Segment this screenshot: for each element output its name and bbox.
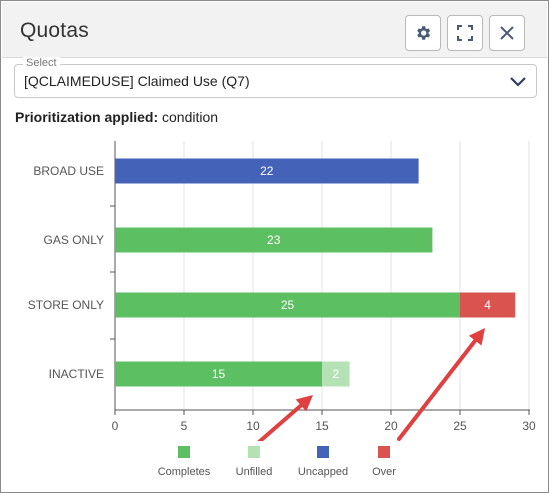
x-tick-label: 20 (384, 419, 398, 433)
x-tick-label: 15 (315, 419, 329, 433)
data-label: 25 (281, 298, 295, 312)
legend-label: Over (372, 466, 396, 478)
category-label: INACTIVE (49, 367, 104, 381)
prioritization-text: Prioritization applied: condition (15, 109, 218, 125)
data-label: 4 (484, 298, 491, 312)
category-label: STORE ONLY (28, 298, 104, 312)
legend-swatch (378, 446, 390, 458)
legend-swatch (178, 446, 190, 458)
prioritization-label: Prioritization applied: (15, 109, 159, 125)
annotation-arrow-over (397, 328, 485, 441)
x-tick-label: 5 (181, 419, 188, 433)
legend-item[interactable]: Completes (144, 442, 224, 478)
panel-header: Quotas (2, 2, 547, 58)
select-legend: Select (23, 57, 60, 69)
category-label: GAS ONLY (44, 233, 104, 247)
close-button[interactable] (489, 15, 525, 51)
select-value: [QCLAIMEDUSE] Claimed Use (Q7) (24, 73, 250, 89)
legend-item[interactable]: Over (344, 442, 424, 478)
chevron-down-icon[interactable] (510, 75, 526, 93)
fullscreen-button[interactable] (447, 15, 483, 51)
legend-swatch (248, 446, 260, 458)
settings-button[interactable] (405, 15, 441, 51)
panel-title: Quotas (20, 19, 89, 42)
x-tick-label: 10 (246, 419, 260, 433)
chart-legend: Completes Unfilled Uncapped Over (1, 442, 549, 482)
prioritization-value: condition (162, 109, 219, 125)
gear-icon (414, 24, 432, 42)
data-label: 2 (332, 367, 339, 381)
data-label: 23 (267, 233, 281, 247)
x-tick-label: 30 (522, 419, 536, 433)
legend-label: Completes (157, 466, 211, 478)
legend-item[interactable]: Unfilled (214, 442, 294, 478)
annotation-arrow-unfilled (257, 395, 313, 441)
legend-swatch (317, 446, 329, 458)
data-label: 15 (212, 367, 226, 381)
category-label: BROAD USE (33, 164, 104, 178)
question-select[interactable]: Select [QCLAIMEDUSE] Claimed Use (Q7) (14, 57, 537, 98)
x-tick-label: 0 (112, 419, 119, 433)
quota-chart: 0 5 10 15 20 25 30 BROAD USE 22 GAS ONLY 23 STORE O… (28, 141, 536, 441)
x-tick-label: 25 (453, 419, 467, 433)
fullscreen-icon (457, 25, 473, 41)
data-label: 22 (260, 164, 274, 178)
quotas-panel: Quotas Select [QCLAIMEDUSE] Claimed Use … (0, 0, 549, 493)
legend-label: Unfilled (235, 466, 273, 478)
close-icon (499, 25, 515, 41)
